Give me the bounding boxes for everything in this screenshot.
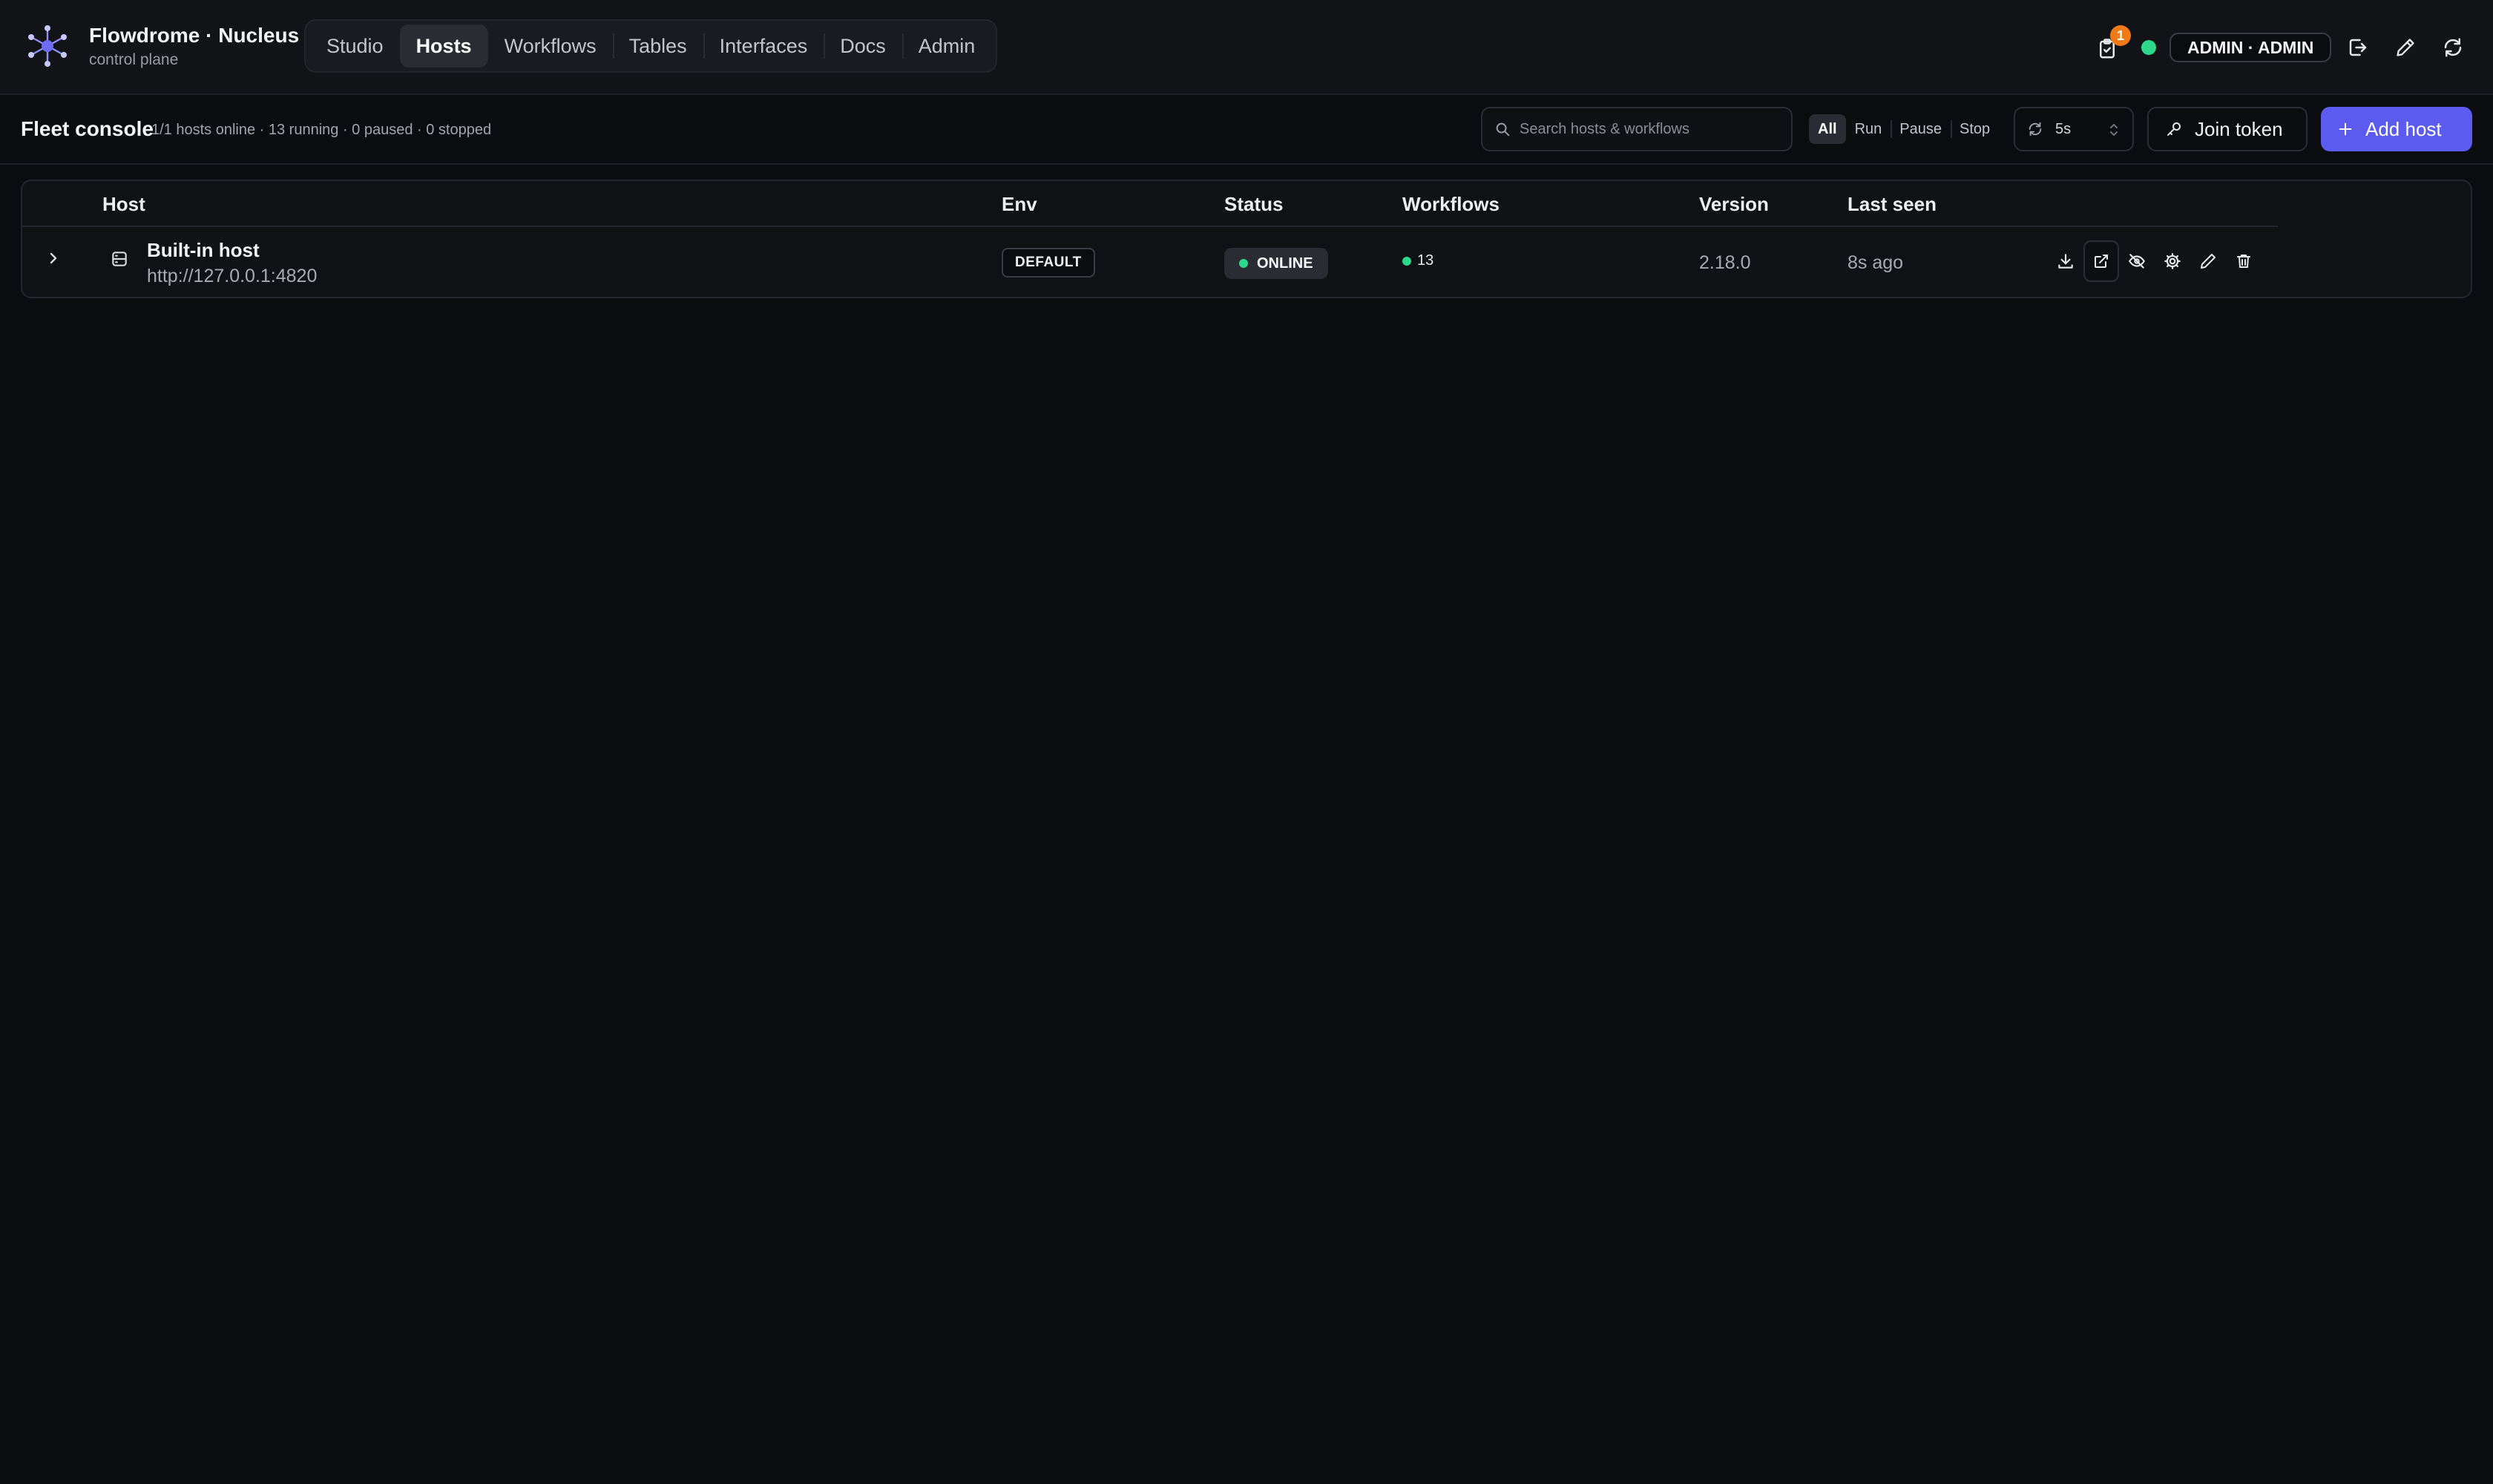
filter-all[interactable]: All [1809, 114, 1846, 144]
workflow-count-value: 13 [1417, 252, 1434, 269]
workflow-count: 13 [1402, 252, 1433, 269]
column-workflows[interactable]: Workflows [1402, 193, 1500, 216]
state-filter: All Run Pause Stop [1809, 113, 1999, 145]
filter-pause[interactable]: Pause [1891, 114, 1951, 144]
column-status[interactable]: Status [1224, 193, 1283, 216]
host-version: 2.18.0 [1699, 252, 1751, 273]
main-nav: Studio Hosts Workflows Tables Interfaces… [304, 19, 998, 73]
column-host[interactable]: Host [102, 193, 145, 216]
tab-studio[interactable]: Studio [310, 24, 400, 68]
table-row[interactable]: Built-in host http://127.0.0.1:4820 DEFA… [22, 227, 2471, 297]
hide-eye-off-icon[interactable] [2119, 240, 2155, 282]
column-env[interactable]: Env [1002, 193, 1037, 216]
logout-icon[interactable] [2339, 28, 2377, 67]
app-logo-icon[interactable] [25, 24, 70, 68]
download-icon[interactable] [2048, 240, 2083, 282]
user-chip[interactable]: ADMIN · ADMIN [2170, 33, 2332, 62]
running-dot [1402, 256, 1411, 266]
add-host-button[interactable]: Add host [2321, 107, 2472, 151]
server-icon [110, 249, 129, 269]
tab-tables[interactable]: Tables [612, 24, 703, 68]
key-icon [2167, 122, 2181, 136]
last-seen: 8s ago [1847, 252, 1904, 273]
search-input[interactable] [1520, 120, 1787, 138]
notification-badge: 1 [2110, 25, 2131, 46]
refresh-interval-value: 5s [2055, 120, 2072, 137]
fleet-stats: 1/1 hosts online · 13 running · 0 paused… [151, 122, 492, 138]
hosts-table: Host Env Status Workflows Version Last s… [21, 180, 2472, 298]
app-name: Flowdrome · Nucleus [89, 24, 300, 47]
column-version[interactable]: Version [1699, 193, 1769, 216]
connection-status-dot [2141, 40, 2156, 55]
tasks-button[interactable]: 1 [2088, 25, 2131, 68]
table-header: Host Env Status Workflows Version Last s… [22, 181, 2278, 227]
search-icon [1494, 121, 1511, 137]
delete-trash-icon[interactable] [2226, 240, 2262, 282]
join-token-button[interactable]: Join token [2147, 107, 2308, 151]
host-url: http://127.0.0.1:4820 [147, 266, 318, 286]
tab-workflows[interactable]: Workflows [488, 24, 613, 68]
settings-gear-icon[interactable] [2155, 240, 2190, 282]
page-header: Fleet console 1/1 hosts online · 13 runn… [0, 95, 2493, 165]
expand-chevron-icon[interactable] [45, 249, 62, 267]
env-badge: DEFAULT [1002, 248, 1095, 278]
external-link-icon[interactable] [2083, 240, 2119, 282]
search-box[interactable] [1481, 107, 1793, 151]
host-name[interactable]: Built-in host [147, 239, 260, 262]
tab-docs[interactable]: Docs [824, 24, 902, 68]
row-actions [2048, 240, 2262, 282]
status-badge: ONLINE [1224, 248, 1328, 279]
online-dot [1239, 259, 1248, 268]
select-arrows-icon [2109, 120, 2119, 139]
plus-icon [2339, 122, 2352, 136]
tab-admin[interactable]: Admin [901, 24, 992, 68]
filter-stop[interactable]: Stop [1950, 114, 1999, 144]
refresh-interval-select[interactable]: 5s [2014, 107, 2134, 151]
pencil-icon[interactable] [2386, 28, 2425, 67]
app-subtitle: control plane [89, 51, 179, 68]
column-last-seen[interactable]: Last seen [1847, 193, 1937, 216]
tab-hosts[interactable]: Hosts [399, 24, 488, 68]
filter-run[interactable]: Run [1846, 114, 1891, 144]
refresh-icon[interactable] [2434, 28, 2472, 67]
top-bar: Flowdrome · Nucleus control plane Studio… [0, 0, 2493, 95]
add-host-label: Add host [2365, 117, 2442, 140]
tab-interfaces[interactable]: Interfaces [703, 24, 824, 68]
join-token-label: Join token [2195, 117, 2283, 140]
status-label: ONLINE [1257, 255, 1313, 272]
refresh-cycle-icon [2027, 121, 2043, 137]
page-title: Fleet console [21, 117, 154, 140]
brand: Flowdrome · Nucleus control plane [89, 22, 299, 70]
edit-pencil-icon[interactable] [2190, 240, 2226, 282]
